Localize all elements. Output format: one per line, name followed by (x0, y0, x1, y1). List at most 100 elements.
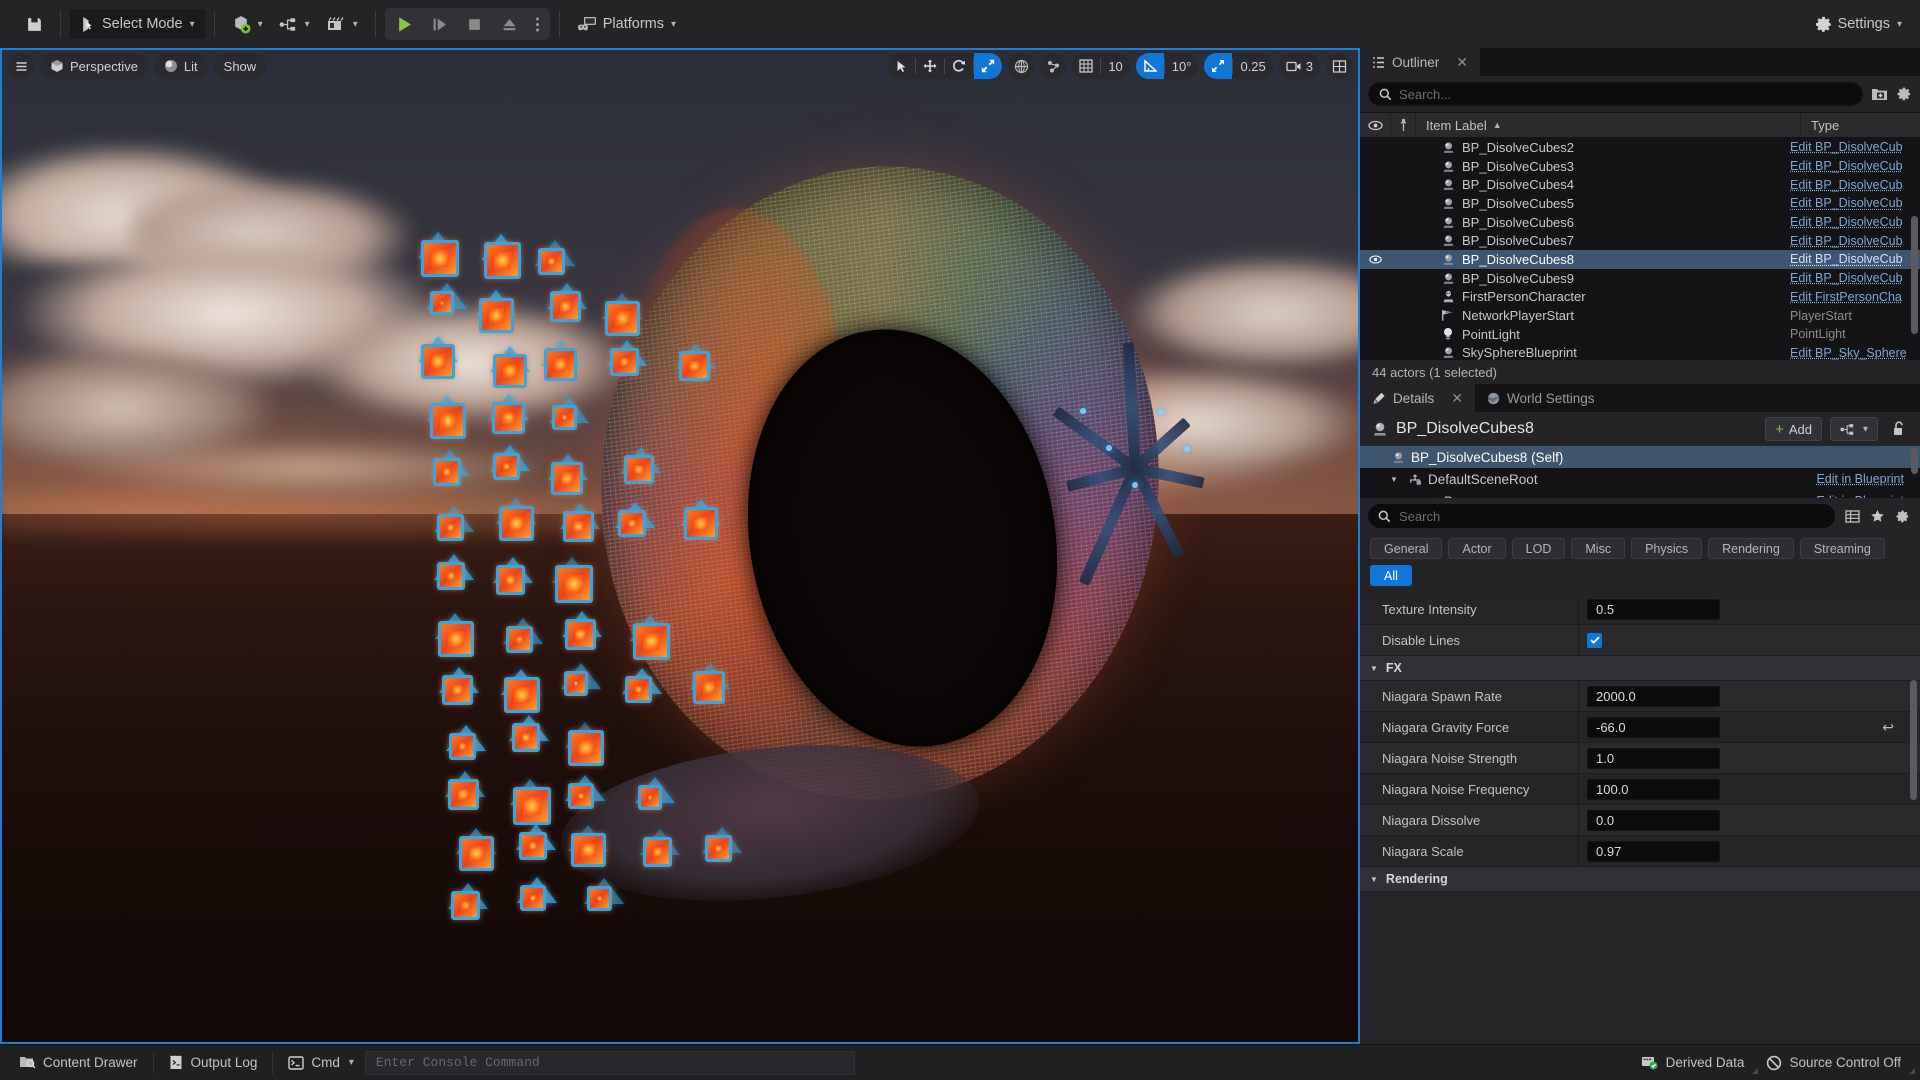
outliner-row[interactable]: FirstPersonCharacter Edit FirstPersonCha (1360, 288, 1920, 307)
outliner-row[interactable]: BP_DisolveCubes5 Edit BP_DisolveCub (1360, 194, 1920, 213)
component-row[interactable]: Box Edit in Blueprint (1360, 490, 1920, 498)
settings-dropdown[interactable]: Settings ▾ (1806, 9, 1910, 39)
property-category-rendering[interactable]: ▼ Rendering (1360, 867, 1920, 892)
tree-expander-icon[interactable]: ▼ (1390, 475, 1402, 484)
outliner-scrollbar[interactable] (1911, 216, 1918, 334)
camera-speed-button[interactable]: 3 (1279, 53, 1320, 79)
outliner-row[interactable]: PointLight PointLight (1360, 325, 1920, 344)
outliner-row-type[interactable]: Edit BP_DisolveCub (1790, 159, 1920, 173)
property-number-field[interactable]: -66.0 (1587, 716, 1720, 738)
edit-in-blueprint-link[interactable]: Edit in Blueprint (1816, 494, 1904, 498)
stop-button[interactable] (457, 10, 492, 38)
blueprint-menu-button[interactable]: ▾ (1829, 417, 1878, 441)
surface-snap-button[interactable] (1040, 53, 1067, 79)
cinematics-dropdown[interactable]: ▾ (318, 9, 366, 39)
property-category-fx[interactable]: ▼ FX (1360, 656, 1920, 681)
outliner-column-type[interactable]: Type (1800, 113, 1920, 137)
rotate-tool-button[interactable] (945, 53, 973, 79)
outliner-row[interactable]: BP_DisolveCubes3 Edit BP_DisolveCub (1360, 157, 1920, 176)
details-properties-list[interactable]: Texture Intensity 0.5 Disable Lines ▼ FX Niag… (1360, 594, 1920, 1044)
pin-icon[interactable] (1390, 113, 1416, 137)
property-number-field[interactable]: 100.0 (1587, 778, 1720, 800)
edit-in-blueprint-link[interactable]: Edit in Blueprint (1816, 472, 1904, 486)
close-icon[interactable]: ✕ (1451, 390, 1463, 407)
property-number-field[interactable]: 1.0 (1587, 747, 1720, 769)
console-command-input[interactable] (375, 1055, 844, 1070)
filter-pill-lod[interactable]: LOD (1511, 538, 1566, 559)
gear-icon[interactable] (1896, 86, 1912, 102)
outliner-row[interactable]: BP_DisolveCubes6 Edit BP_DisolveCub (1360, 213, 1920, 232)
grid-snap-value[interactable]: 10 (1101, 53, 1129, 79)
viewport-show-dropdown[interactable]: Show (213, 53, 267, 79)
outliner-row-type[interactable]: Edit FirstPersonCha (1790, 290, 1920, 304)
close-icon[interactable]: ✕ (1456, 54, 1468, 71)
blueprints-dropdown[interactable]: ▾ (271, 9, 318, 39)
outliner-row[interactable]: SkySphereBlueprint Edit BP_Sky_Sphere (1360, 344, 1920, 360)
outliner-search-box[interactable] (1368, 82, 1863, 106)
platforms-dropdown[interactable]: Platforms ▾ (569, 9, 684, 39)
outliner-search-input[interactable] (1399, 86, 1852, 102)
cmd-dropdown[interactable]: Cmd ▾ (277, 1050, 365, 1076)
component-tree-scrollbar[interactable] (1911, 448, 1918, 474)
console-command-input-wrap[interactable] (364, 1050, 855, 1075)
visibility-icon[interactable] (1360, 120, 1390, 131)
outliner-row-type[interactable]: Edit BP_DisolveCub (1790, 178, 1920, 192)
viewport-layout-button[interactable] (1326, 53, 1352, 79)
play-button[interactable] (387, 10, 422, 38)
column-view-icon[interactable] (1845, 509, 1860, 524)
outliner-row-type[interactable]: Edit BP_DisolveCub (1790, 252, 1920, 266)
level-viewport[interactable]: Perspective Lit Show 10 10° 0.25 3 (0, 48, 1360, 1044)
scale-tool-button[interactable] (974, 53, 1003, 79)
outliner-row[interactable]: BP_DisolveCubes7 Edit BP_DisolveCub (1360, 231, 1920, 250)
output-log-button[interactable]: Output Log (158, 1050, 269, 1076)
save-button[interactable] (18, 9, 51, 39)
property-number-field[interactable]: 0.0 (1587, 809, 1720, 831)
property-number-field[interactable]: 0.97 (1587, 840, 1720, 862)
scale-snap-toggle[interactable] (1204, 53, 1233, 79)
tab-world-settings[interactable]: World Settings (1475, 384, 1607, 412)
gear-icon[interactable] (1895, 509, 1910, 524)
property-number-field[interactable]: 2000.0 (1587, 685, 1720, 707)
outliner-row-type[interactable]: Edit BP_DisolveCub (1790, 234, 1920, 248)
revert-to-default-icon[interactable]: ↩ (1882, 719, 1894, 736)
outliner-row[interactable]: BP_DisolveCubes8 Edit BP_DisolveCub (1360, 250, 1920, 269)
outliner-row-type[interactable]: Edit BP_Sky_Sphere (1790, 346, 1920, 360)
add-component-button[interactable]: + Add (1765, 417, 1822, 441)
filter-pill-actor[interactable]: Actor (1448, 538, 1506, 559)
filter-pill-rendering[interactable]: Rendering (1708, 538, 1794, 559)
play-more-options-button[interactable] (527, 10, 548, 38)
component-tree[interactable]: BP_DisolveCubes8 (Self) ▼ DefaultSceneRoot… (1360, 446, 1920, 498)
visibility-icon[interactable] (1360, 255, 1390, 264)
add-actor-dropdown[interactable]: ▾ (224, 9, 271, 39)
component-row[interactable]: BP_DisolveCubes8 (Self) (1360, 446, 1920, 468)
step-button[interactable] (422, 10, 457, 38)
outliner-list[interactable]: BP_DisolveCubes2 Edit BP_DisolveCub BP_Dis… (1360, 138, 1920, 360)
outliner-row[interactable]: BP_DisolveCubes9 Edit BP_DisolveCub (1360, 269, 1920, 288)
outliner-column-item-label[interactable]: Item Label ▲ (1416, 118, 1800, 133)
component-row[interactable]: ▼ DefaultSceneRoot Edit in Blueprint (1360, 468, 1920, 490)
filter-pill-streaming[interactable]: Streaming (1799, 538, 1885, 559)
properties-scrollbar[interactable] (1910, 680, 1917, 800)
filter-pill-misc[interactable]: Misc (1571, 538, 1626, 559)
content-drawer-button[interactable]: Content Drawer (8, 1050, 149, 1076)
new-folder-icon[interactable] (1871, 87, 1888, 102)
background-structure-actor[interactable] (1050, 342, 1220, 586)
angle-snap-toggle[interactable] (1135, 53, 1164, 79)
derived-data-button[interactable]: Derived Data (1630, 1050, 1759, 1076)
angle-snap-value[interactable]: 10° (1165, 53, 1199, 79)
category-expander-icon[interactable]: ▼ (1370, 664, 1378, 673)
outliner-row-type[interactable]: Edit BP_DisolveCub (1790, 140, 1920, 154)
property-number-field[interactable]: 0.5 (1587, 598, 1720, 620)
outliner-row[interactable]: BP_DisolveCubes2 Edit BP_DisolveCub (1360, 138, 1920, 157)
viewport-view-mode-dropdown[interactable]: Lit (153, 53, 208, 79)
outliner-row-type[interactable]: Edit BP_DisolveCub (1790, 196, 1920, 210)
filter-pill-general[interactable]: General (1370, 538, 1443, 559)
unlock-icon[interactable] (1886, 421, 1912, 437)
outliner-row-type[interactable]: Edit BP_DisolveCub (1790, 215, 1920, 229)
tab-details[interactable]: Details ✕ (1360, 384, 1475, 412)
select-mode-dropdown[interactable]: Select Mode ▾ (70, 9, 205, 39)
filter-pill-physics[interactable]: Physics (1631, 538, 1703, 559)
eject-button[interactable] (492, 10, 527, 38)
viewport-menu-button[interactable] (8, 53, 34, 79)
select-tool-button[interactable] (888, 53, 915, 79)
